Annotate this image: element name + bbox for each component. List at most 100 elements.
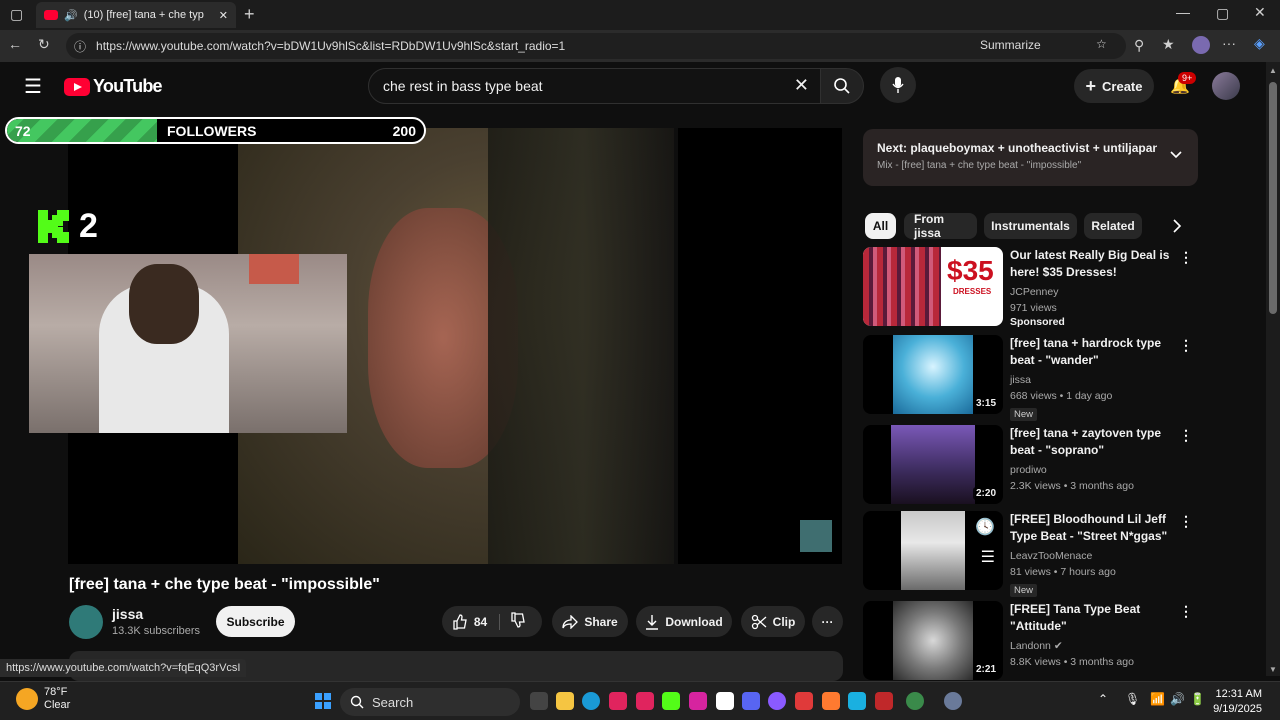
settings-gear-icon[interactable] [944,692,962,710]
obs-icon[interactable] [768,692,786,710]
file-explorer-icon[interactable] [556,692,574,710]
list-item[interactable]: 🕓 ☰ [FREE] Bloodhound Lil Jeff Type Beat… [863,511,1198,597]
taskbar-search[interactable]: Search [340,688,520,716]
close-tab-icon[interactable]: ✕ [219,9,228,22]
video-title[interactable]: [FREE] Bloodhound Lil Jeff Type Beat - "… [1010,511,1180,545]
tab-actions-icon[interactable]: ▢ [10,6,23,23]
channel-name[interactable]: jissa [1010,372,1180,388]
youtube-logo[interactable]: YouTube [64,76,163,97]
dislike-button[interactable] [500,612,532,631]
summarize-button[interactable]: Summarize [980,38,1041,52]
list-item[interactable]: 3:15 [free] tana + hardrock type beat - … [863,335,1198,421]
microphone-tray-icon[interactable]: 🎙 [1125,692,1140,706]
add-to-queue-icon[interactable]: ☰ [981,547,995,567]
battery-icon[interactable]: 🔋 [1190,692,1205,706]
clear-search-icon[interactable]: ✕ [794,75,809,96]
search-button[interactable] [820,68,864,104]
download-button[interactable]: Download [636,606,732,637]
chip-all[interactable]: All [865,213,896,239]
account-avatar[interactable] [1212,72,1240,100]
chip-instrumentals[interactable]: Instrumentals [984,213,1077,239]
minimize-icon[interactable]: — [1176,4,1190,20]
task-view-icon[interactable] [530,692,548,710]
instagram-icon[interactable] [689,692,707,710]
chevron-right-icon[interactable] [1172,219,1182,233]
favorite-star-icon[interactable]: ☆ [1096,37,1107,51]
favorites-icon[interactable]: ★ [1162,36,1175,53]
list-item[interactable]: 2:20 [free] tana + zaytoven type beat - … [863,425,1198,505]
watch-later-icon[interactable]: 🕓 [975,517,995,537]
voice-search-button[interactable] [880,67,916,103]
more-vertical-icon[interactable]: ⋮ [1179,427,1193,444]
video-thumbnail[interactable]: 🕓 ☰ [863,511,1003,590]
system-clock[interactable]: 12:31 AM 9/19/2025 [1213,687,1262,717]
like-button[interactable]: 84 [452,613,501,630]
back-icon[interactable]: ← [8,36,22,52]
more-vertical-icon[interactable]: ⋮ [1179,513,1193,530]
channel-avatar[interactable] [69,605,103,639]
search-input[interactable]: che rest in bass type beat ✕ [368,68,824,104]
more-vertical-icon[interactable]: ⋮ [1179,603,1193,620]
hamburger-menu-icon[interactable]: ☰ [24,74,42,99]
weather-widget[interactable]: 78°F Clear [16,686,70,712]
app-icon-orange[interactable] [822,692,840,710]
subscribe-button[interactable]: Subscribe [216,606,295,637]
site-info-icon[interactable]: ⓘ [74,38,86,55]
up-next-panel[interactable]: Next: plaqueboymax + unotheactivist + un… [863,129,1198,186]
scroll-down-icon[interactable]: ▼ [1269,665,1277,674]
url-field[interactable]: ⓘ https://www.youtube.com/watch?v=bDW1Uv… [66,33,1126,59]
more-menu-icon[interactable]: ··· [1222,35,1236,51]
youtube-app-icon[interactable] [609,692,627,710]
channel-name[interactable]: Landonn ✔ [1010,638,1180,654]
channel-name[interactable]: prodiwo [1010,462,1180,478]
video-thumbnail[interactable]: $35 DRESSES [863,247,1003,326]
share-button[interactable]: Share [552,606,628,637]
video-title[interactable]: Our latest Really Big Deal is here! $35 … [1010,247,1180,281]
refresh-icon[interactable]: ↻ [38,36,50,53]
close-window-icon[interactable]: ✕ [1254,4,1266,21]
page-scrollbar[interactable]: ▲ ▼ [1266,62,1280,676]
video-thumbnail[interactable]: 3:15 [863,335,1003,414]
app-icon-blue[interactable] [848,692,866,710]
channel-name[interactable]: JCPenney [1010,284,1180,300]
video-title[interactable]: [free] tana + zaytoven type beat - "sopr… [1010,425,1180,459]
discord-icon[interactable] [742,692,760,710]
list-item[interactable]: $35 DRESSES Our latest Really Big Deal i… [863,247,1198,328]
windows-start-icon[interactable] [315,693,331,709]
channel-name[interactable]: LeavzTooMenace [1010,548,1180,564]
browser-tab-active[interactable]: 🔊 (10) [free] tana + che type b ✕ [36,2,236,28]
scroll-up-icon[interactable]: ▲ [1269,66,1277,75]
scrollbar-thumb[interactable] [1269,82,1277,314]
tray-overflow-icon[interactable]: ⌃ [1098,692,1108,706]
video-title[interactable]: [free] tana + hardrock type beat - "wand… [1010,335,1180,369]
clip-button[interactable]: Clip [741,606,805,637]
more-vertical-icon[interactable]: ⋮ [1179,337,1193,354]
video-title[interactable]: [FREE] Tana Type Beat "Attitude" [1010,601,1180,635]
volume-icon[interactable]: 🔊 [1170,692,1185,706]
extension-icon[interactable]: ⚲ [1134,37,1144,54]
kick-app-icon[interactable] [662,692,680,710]
edge-browser-icon[interactable] [582,692,600,710]
more-actions-button[interactable]: ··· [812,606,843,637]
gmail-icon[interactable] [716,692,734,710]
app-icon-red[interactable] [795,692,813,710]
channel-name[interactable]: jissa [112,606,143,622]
profile-avatar[interactable] [1192,36,1210,54]
wifi-icon[interactable]: 📶 [1150,692,1165,706]
maximize-icon[interactable]: ▢ [1216,5,1229,22]
app-icon-dark-red[interactable] [875,692,893,710]
new-tab-icon[interactable]: + [244,4,255,25]
create-button[interactable]: + Create [1074,69,1154,103]
copilot-icon[interactable]: ◈ [1254,35,1265,52]
youtube-app-icon-2[interactable] [636,692,654,710]
video-thumbnail[interactable]: 2:21 [863,601,1003,680]
chip-related[interactable]: Related [1084,213,1142,239]
speaker-icon[interactable]: 🔊 [64,9,78,22]
video-thumbnail[interactable]: 2:20 [863,425,1003,504]
app-icon-green[interactable] [906,692,924,710]
windows-taskbar: 78°F Clear Search ⌃ 🎙 📶 🔊 🔋 12:31 AM 9/1… [0,681,1280,720]
more-vertical-icon[interactable]: ⋮ [1179,249,1193,266]
list-item[interactable]: 2:21 [FREE] Tana Type Beat "Attitude" La… [863,601,1198,681]
chip-from-jissa[interactable]: From jissa [904,212,977,240]
chevron-down-icon[interactable] [1170,151,1182,159]
